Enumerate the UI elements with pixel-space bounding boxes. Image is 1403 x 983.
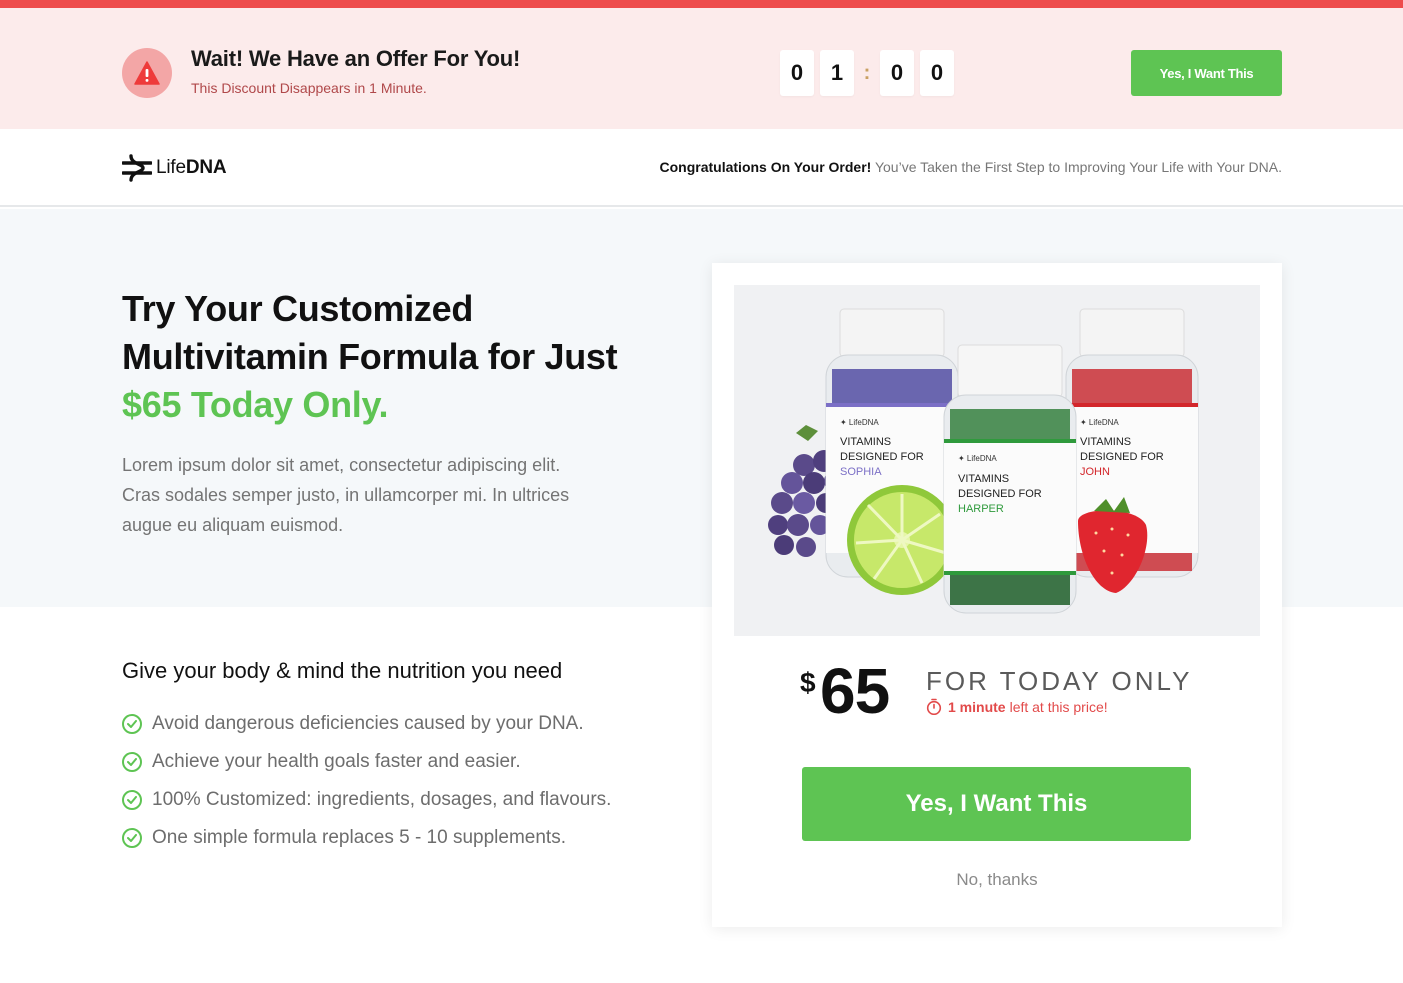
order-congrats-message: Congratulations On Your Order! You’ve Ta… bbox=[660, 159, 1283, 175]
timer-digit: 0 bbox=[920, 50, 954, 96]
headline-price-accent: $65 Today Only. bbox=[122, 384, 389, 425]
svg-text:✦ LifeDNA: ✦ LifeDNA bbox=[958, 454, 997, 463]
offer-alert-bar: Wait! We Have an Offer For You! This Dis… bbox=[0, 8, 1403, 129]
timer-digit: 0 bbox=[780, 50, 814, 96]
bottle-line2: DESIGNED FOR bbox=[958, 488, 1042, 500]
bottle-line2: DESIGNED FOR bbox=[1080, 451, 1164, 463]
lifedna-logo[interactable]: LifeDNA bbox=[122, 154, 227, 182]
time-left-text: left at this price! bbox=[1009, 698, 1108, 715]
price-amount: 65 bbox=[820, 655, 890, 727]
headline-main-text: Try Your Customized Multivitamin Formula… bbox=[122, 288, 618, 377]
bottle-line1: VITAMINS bbox=[1080, 436, 1131, 448]
top-accent-strip bbox=[0, 0, 1403, 8]
timer-digit: 0 bbox=[880, 50, 914, 96]
benefit-text: Avoid dangerous deficiencies caused by y… bbox=[152, 713, 584, 734]
accept-offer-button-top[interactable]: Yes, I Want This bbox=[1131, 50, 1282, 96]
check-circle-icon bbox=[122, 790, 142, 810]
product-image: ✦ LifeDNA VITAMINS DESIGNED FOR SOPHIA ✦… bbox=[734, 285, 1260, 636]
bottle-name: HARPER bbox=[958, 503, 1004, 515]
bottle-line1: VITAMINS bbox=[840, 436, 891, 448]
time-left-bold: 1 minute bbox=[948, 698, 1006, 715]
warning-icon bbox=[122, 48, 172, 98]
bottle-line1: VITAMINS bbox=[958, 473, 1009, 485]
check-circle-icon bbox=[122, 828, 142, 848]
bottle-name: JOHN bbox=[1080, 466, 1110, 478]
timer-separator: : bbox=[863, 61, 871, 84]
timer-digit: 1 bbox=[820, 50, 854, 96]
hero-headline: Try Your Customized Multivitamin Formula… bbox=[122, 285, 642, 429]
svg-text:✦ LifeDNA: ✦ LifeDNA bbox=[840, 418, 879, 427]
bottle-line2: DESIGNED FOR bbox=[840, 451, 924, 463]
hero-description: Lorem ipsum dolor sit amet, consectetur … bbox=[122, 455, 570, 535]
lime-illustration bbox=[847, 485, 957, 595]
benefit-text: 100% Customized: ingredients, dosages, a… bbox=[152, 789, 612, 810]
offer-card: ✦ LifeDNA VITAMINS DESIGNED FOR SOPHIA ✦… bbox=[712, 263, 1282, 927]
accept-offer-button[interactable]: Yes, I Want This bbox=[802, 767, 1191, 841]
time-left-notice: 1 minute left at this price! bbox=[926, 698, 1108, 715]
benefit-item: 100% Customized: ingredients, dosages, a… bbox=[122, 781, 611, 819]
dna-logo-icon bbox=[122, 154, 152, 182]
check-circle-icon bbox=[122, 752, 142, 772]
offer-alert-title: Wait! We Have an Offer For You! bbox=[191, 46, 521, 71]
benefit-item: One simple formula replaces 5 - 10 suppl… bbox=[122, 819, 611, 857]
stopwatch-icon bbox=[926, 698, 942, 715]
today-only-label: FOR TODAY ONLY bbox=[926, 666, 1193, 696]
benefit-item: Achieve your health goals faster and eas… bbox=[122, 743, 611, 781]
svg-text:✦ LifeDNA: ✦ LifeDNA bbox=[1080, 418, 1119, 427]
logo-wordmark-light: Life bbox=[156, 157, 186, 178]
benefit-item: Avoid dangerous deficiencies caused by y… bbox=[122, 705, 611, 743]
price-currency: $ bbox=[800, 667, 816, 698]
logo-wordmark-bold: DNA bbox=[185, 157, 227, 178]
logo-wordmark: LifeDNA bbox=[156, 157, 227, 179]
benefits-list: Avoid dangerous deficiencies caused by y… bbox=[122, 705, 611, 857]
bottle-name: SOPHIA bbox=[840, 466, 882, 478]
congrats-text: You’ve Taken the First Step to Improving… bbox=[874, 159, 1282, 175]
offer-alert-subtitle: This Discount Disappears in 1 Minute. bbox=[191, 80, 427, 96]
benefit-text: Achieve your health goals faster and eas… bbox=[152, 751, 521, 772]
decline-offer-link[interactable]: No, thanks bbox=[712, 870, 1282, 890]
benefits-heading: Give your body & mind the nutrition you … bbox=[122, 658, 563, 683]
congrats-heading: Congratulations On Your Order! bbox=[659, 159, 872, 175]
site-header: LifeDNA Congratulations On Your Order! Y… bbox=[0, 129, 1403, 207]
countdown-timer: 0 1 : 0 0 bbox=[780, 50, 954, 96]
check-circle-icon bbox=[122, 714, 142, 734]
benefit-text: One simple formula replaces 5 - 10 suppl… bbox=[152, 827, 566, 848]
